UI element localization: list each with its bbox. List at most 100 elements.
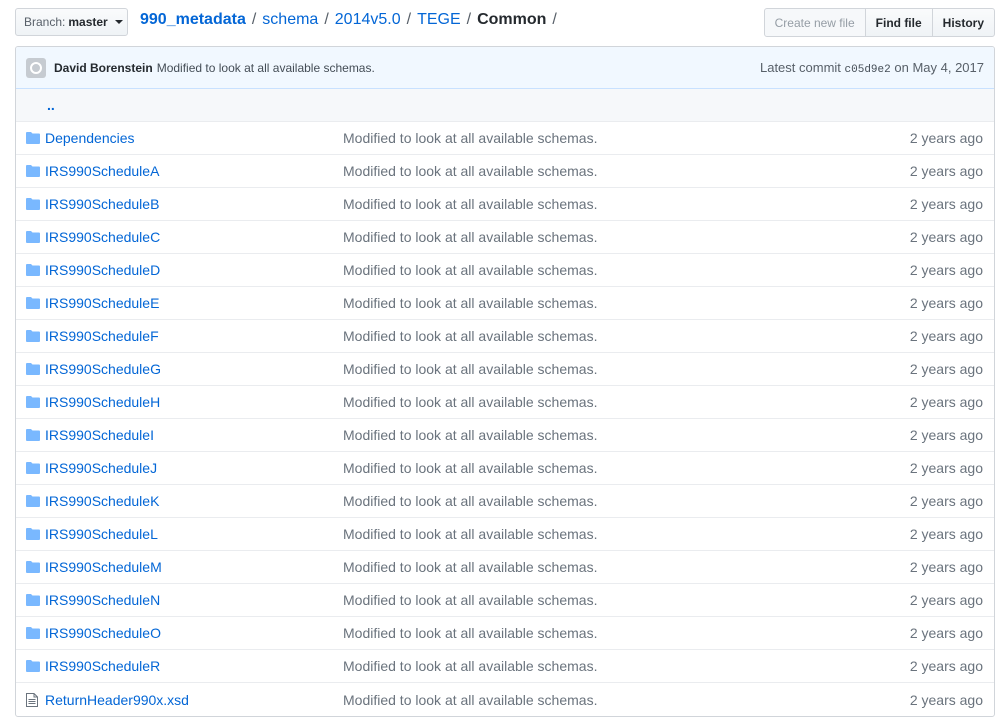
commit-age: 2 years ago bbox=[909, 361, 983, 377]
folder-icon bbox=[16, 528, 45, 540]
file-row: IRS990ScheduleK Modified to look at all a… bbox=[16, 485, 994, 518]
file-name-link[interactable]: IRS990ScheduleF bbox=[45, 328, 159, 344]
file-row: IRS990ScheduleF Modified to look at all a… bbox=[16, 320, 994, 353]
commit-sha-link[interactable]: c05d9e2 bbox=[845, 64, 891, 76]
file-name-link[interactable]: IRS990ScheduleL bbox=[45, 526, 158, 542]
breadcrumb-separator: / bbox=[466, 11, 472, 28]
avatar[interactable] bbox=[26, 57, 46, 78]
file-row: IRS990ScheduleE Modified to look at all a… bbox=[16, 287, 994, 320]
commit-tease: David Borenstein Modified to look at all… bbox=[16, 47, 994, 89]
commit-age: 2 years ago bbox=[909, 163, 983, 179]
commit-message-link[interactable]: Modified to look at all available schema… bbox=[343, 394, 597, 410]
folder-icon bbox=[16, 396, 45, 408]
file-name-link[interactable]: IRS990ScheduleA bbox=[45, 163, 159, 179]
folder-icon bbox=[16, 495, 45, 507]
commit-age: 2 years ago bbox=[909, 658, 983, 674]
caret-down-icon bbox=[114, 20, 123, 24]
commit-message-link[interactable]: Modified to look at all available schema… bbox=[343, 526, 597, 542]
commit-message-link[interactable]: Modified to look at all available schema… bbox=[343, 427, 597, 443]
breadcrumb-separator: / bbox=[552, 11, 557, 28]
commit-message-link[interactable]: Modified to look at all available schema… bbox=[343, 692, 597, 708]
up-tree-link[interactable]: .. bbox=[47, 97, 55, 113]
breadcrumb-separator: / bbox=[251, 11, 257, 28]
commit-message-link[interactable]: Modified to look at all available schema… bbox=[343, 163, 597, 179]
branch-name: master bbox=[68, 15, 108, 29]
breadcrumb-separator: / bbox=[406, 11, 412, 28]
commit-message-link[interactable]: Modified to look at all available schema… bbox=[343, 361, 597, 377]
file-row: IRS990ScheduleI Modified to look at all a… bbox=[16, 419, 994, 452]
file-name-link[interactable]: IRS990ScheduleK bbox=[45, 493, 159, 509]
commit-message[interactable]: Modified to look at all available schema… bbox=[157, 61, 375, 75]
breadcrumb-link-version[interactable]: 2014v5.0 bbox=[335, 11, 401, 28]
commit-age: 2 years ago bbox=[909, 592, 983, 608]
commit-message-link[interactable]: Modified to look at all available schema… bbox=[343, 460, 597, 476]
file-name-link[interactable]: IRS990ScheduleD bbox=[45, 262, 160, 278]
find-file-button[interactable]: Find file bbox=[864, 8, 933, 37]
file-row: IRS990ScheduleO Modified to look at all a… bbox=[16, 617, 994, 650]
file-name-link[interactable]: IRS990ScheduleN bbox=[45, 592, 160, 608]
file-name-link[interactable]: IRS990ScheduleM bbox=[45, 559, 162, 575]
commit-message-link[interactable]: Modified to look at all available schema… bbox=[343, 295, 597, 311]
commit-age: 2 years ago bbox=[909, 130, 983, 146]
folder-icon bbox=[16, 297, 45, 309]
file-actions: Create new file Find file History bbox=[763, 8, 995, 37]
breadcrumb-root-link[interactable]: 990_metadata bbox=[140, 11, 246, 28]
file-row: IRS990ScheduleA Modified to look at all a… bbox=[16, 155, 994, 188]
commit-message-link[interactable]: Modified to look at all available schema… bbox=[343, 130, 597, 146]
commit-message-link[interactable]: Modified to look at all available schema… bbox=[343, 196, 597, 212]
commit-age: 2 years ago bbox=[909, 460, 983, 476]
history-button[interactable]: History bbox=[931, 8, 995, 37]
file-name-link[interactable]: IRS990ScheduleJ bbox=[45, 460, 157, 476]
commit-message-link[interactable]: Modified to look at all available schema… bbox=[343, 559, 597, 575]
commit-age: 2 years ago bbox=[909, 493, 983, 509]
file-name-link[interactable]: ReturnHeader990x.xsd bbox=[45, 692, 189, 708]
commit-age: 2 years ago bbox=[909, 559, 983, 575]
file-name-link[interactable]: IRS990ScheduleO bbox=[45, 625, 161, 641]
commit-age: 2 years ago bbox=[909, 229, 983, 245]
file-name-link[interactable]: IRS990ScheduleG bbox=[45, 361, 161, 377]
breadcrumb-separator: / bbox=[324, 11, 329, 28]
commit-age: 2 years ago bbox=[909, 427, 983, 443]
file-name-link[interactable]: Dependencies bbox=[45, 130, 135, 146]
folder-icon bbox=[16, 363, 45, 375]
commit-message-link[interactable]: Modified to look at all available schema… bbox=[343, 592, 597, 608]
branch-label: Branch: bbox=[24, 15, 66, 29]
file-name-link[interactable]: IRS990ScheduleI bbox=[45, 427, 154, 443]
folder-icon bbox=[16, 264, 45, 276]
commit-message-link[interactable]: Modified to look at all available schema… bbox=[343, 658, 597, 674]
file-row: IRS990ScheduleC Modified to look at all a… bbox=[16, 221, 994, 254]
file-name-link[interactable]: IRS990ScheduleH bbox=[45, 394, 160, 410]
breadcrumb-link-tege[interactable]: TEGE bbox=[417, 11, 461, 28]
folder-icon bbox=[16, 462, 45, 474]
breadcrumb: 990_metadata / schema / 2014v5.0 / TEGE / Common… bbox=[140, 11, 563, 29]
commit-message-link[interactable]: Modified to look at all available schema… bbox=[343, 328, 597, 344]
breadcrumb-link-schema[interactable]: schema bbox=[262, 11, 318, 28]
file-row: IRS990ScheduleB Modified to look at all a… bbox=[16, 188, 994, 221]
file-row: IRS990ScheduleM Modified to look at all a… bbox=[16, 551, 994, 584]
commit-age: 2 years ago bbox=[909, 394, 983, 410]
file-navigation: Branch: master 990_metadata / schema / 2014v… bbox=[15, 7, 995, 37]
file-name-link[interactable]: IRS990ScheduleE bbox=[45, 295, 159, 311]
commit-message-link[interactable]: Modified to look at all available schema… bbox=[343, 493, 597, 509]
commit-message-link[interactable]: Modified to look at all available schema… bbox=[343, 229, 597, 245]
create-new-file-button[interactable]: Create new file bbox=[763, 8, 866, 37]
commit-age: 2 years ago bbox=[909, 262, 983, 278]
commit-age: 2 years ago bbox=[909, 196, 983, 212]
file-name-link[interactable]: IRS990ScheduleR bbox=[45, 658, 160, 674]
file-row: IRS990ScheduleJ Modified to look at all a… bbox=[16, 452, 994, 485]
breadcrumb-current: Common bbox=[477, 11, 547, 28]
file-name-link[interactable]: IRS990ScheduleB bbox=[45, 196, 159, 212]
commit-age: 2 years ago bbox=[909, 295, 983, 311]
file-name-link[interactable]: IRS990ScheduleC bbox=[45, 229, 160, 245]
up-tree-row: .. bbox=[16, 89, 994, 122]
file-list: David Borenstein Modified to look at all… bbox=[15, 46, 995, 717]
latest-commit: Latest commit c05d9e2 on May 4, 2017 bbox=[760, 60, 984, 76]
commit-date: on May 4, 2017 bbox=[894, 60, 984, 75]
commit-message-link[interactable]: Modified to look at all available schema… bbox=[343, 262, 597, 278]
avatar-icon bbox=[30, 61, 42, 74]
branch-select-button[interactable]: Branch: master bbox=[15, 8, 128, 36]
commit-message-link[interactable]: Modified to look at all available schema… bbox=[343, 625, 597, 641]
commit-author[interactable]: David Borenstein bbox=[54, 61, 153, 75]
folder-icon bbox=[16, 198, 45, 210]
file-row: IRS990ScheduleD Modified to look at all a… bbox=[16, 254, 994, 287]
